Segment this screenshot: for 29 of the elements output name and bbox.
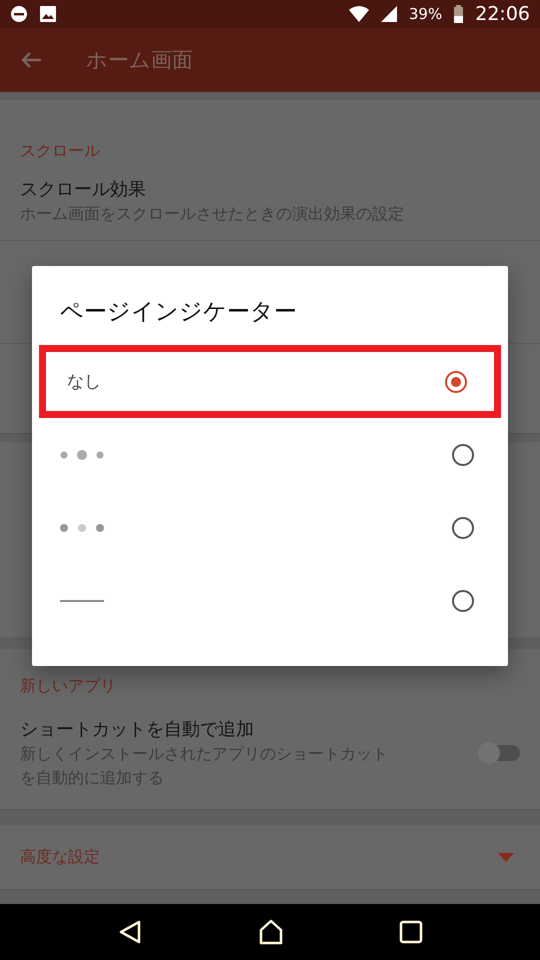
advanced-settings-row[interactable]: 高度な設定 (0, 825, 540, 890)
battery-percentage: 39% (408, 5, 442, 23)
radio-button[interactable] (452, 590, 474, 612)
setting-title[interactable]: スクロール効果 (20, 177, 520, 201)
radio-button[interactable] (452, 516, 474, 538)
dialog-title: ページインジケーター (59, 298, 298, 327)
back-arrow-icon[interactable] (20, 51, 42, 69)
line-icon (60, 600, 104, 602)
advanced-settings-label: 高度な設定 (20, 846, 100, 868)
signal-icon (380, 6, 397, 22)
option-label: なし (67, 371, 101, 393)
battery-icon (454, 5, 464, 23)
section-header: 新しいアプリ (19, 675, 117, 697)
dots-icon (60, 522, 106, 532)
home-icon[interactable] (258, 919, 284, 945)
screen-title: ホーム画面 (86, 47, 193, 74)
toggle-switch[interactable] (480, 745, 520, 761)
image-icon (40, 6, 56, 22)
radio-button[interactable] (452, 444, 474, 466)
highlighted-option[interactable]: なし (39, 345, 501, 418)
radio-button[interactable] (445, 370, 467, 392)
back-icon[interactable] (117, 919, 144, 945)
section-header: スクロール (19, 140, 101, 162)
wifi-icon (348, 6, 369, 22)
do-not-disturb-icon (10, 5, 28, 23)
recent-apps-icon[interactable] (398, 920, 423, 944)
clock: 22:06 (475, 3, 530, 25)
setting-title[interactable]: ショートカットを自動で追加 (20, 717, 480, 741)
dots-icon (60, 448, 106, 460)
